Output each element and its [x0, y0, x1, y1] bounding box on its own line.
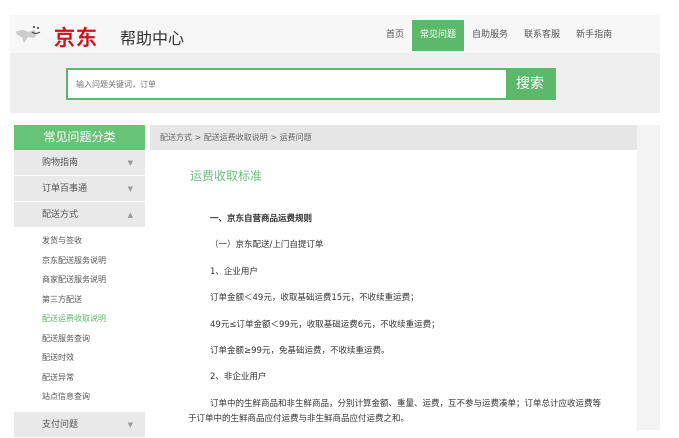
- article-heading: 一、京东自营商品运费规则: [210, 214, 313, 224]
- nav-home[interactable]: 首页: [378, 20, 412, 51]
- cat-label: 购物指南: [42, 158, 79, 168]
- sidebar-sub-item[interactable]: 配送时效: [14, 348, 145, 368]
- search-button[interactable]: 搜索: [506, 70, 554, 98]
- sidebar-cat-shopping[interactable]: 购物指南 ▼: [14, 150, 145, 176]
- sidebar-sub-item[interactable]: 发货与签收: [14, 231, 145, 251]
- brand-name: 京东: [54, 26, 98, 50]
- chevron-down-icon: ▼: [127, 185, 133, 193]
- sidebar-sub-item[interactable]: 配送服务查询: [14, 329, 145, 349]
- cat-label: 配送方式: [42, 210, 79, 220]
- cat-label: 支付问题: [42, 419, 79, 430]
- article-line: 49元≤订单金额＜99元，收取基础运费6元，不收续重运费；: [210, 320, 440, 330]
- article-line: （一）京东配送/上门自提订单: [210, 240, 324, 250]
- nav-self-service[interactable]: 自助服务: [464, 20, 516, 51]
- nav-faq[interactable]: 常见问题: [412, 20, 465, 51]
- cat-label: 订单百事通: [42, 184, 88, 194]
- article-title: 运费收取标准: [190, 169, 263, 183]
- article-line: 1、企业用户: [210, 267, 258, 277]
- jd-dog-icon: [16, 26, 41, 43]
- search-input[interactable]: [68, 70, 508, 98]
- sidebar-sub-item[interactable]: 第三方配送: [14, 290, 145, 310]
- sidebar-sub-item[interactable]: 站点信息查询: [14, 387, 145, 407]
- breadcrumb: 配送方式 > 配送运费收取说明 > 运费问题: [150, 125, 637, 150]
- sidebar-cat-orders[interactable]: 订单百事通 ▼: [14, 176, 145, 202]
- article-line: 订单金额＜49元，收取基础运费15元，不收续重运费；: [210, 293, 419, 303]
- nav-contact[interactable]: 联系客服: [516, 20, 568, 51]
- sidebar-sub-item[interactable]: 商家配送服务说明: [14, 270, 145, 290]
- sidebar-sub-item-active[interactable]: 配送运费收取说明: [14, 309, 145, 329]
- sidebar-cat-delivery[interactable]: 配送方式 ▲: [14, 202, 145, 228]
- jd-logo[interactable]: 京东: [14, 20, 104, 50]
- article-line: 订单金额≥99元，免基础运费，不收续重运费。: [210, 346, 390, 356]
- nav-guide[interactable]: 新手指南: [568, 20, 620, 51]
- sidebar-sub-item[interactable]: 配送异常: [14, 368, 145, 388]
- sidebar: 常见问题分类 购物指南 ▼ 订单百事通 ▼ 配送方式 ▲ 发货与签收 京东配送服务说明…: [14, 125, 145, 438]
- main-nav: 首页 常见问题 自助服务 联系客服 新手指南: [378, 20, 620, 51]
- article-paragraph: 订单中的生鲜商品和非生鲜商品，分别计算金额、重量、运费，互不参与运费凑单；订单总…: [188, 399, 602, 424]
- chevron-down-icon: ▼: [127, 159, 133, 167]
- search-bar: 搜索: [66, 68, 556, 100]
- sidebar-sub-item[interactable]: 京东配送服务说明: [14, 251, 145, 271]
- chevron-up-icon: ▲: [127, 211, 133, 219]
- sidebar-cat-payment[interactable]: 支付问题 ▼: [14, 411, 145, 438]
- chevron-down-icon: ▼: [127, 420, 133, 429]
- right-gutter: [637, 125, 660, 430]
- delivery-subitems: 发货与签收 京东配送服务说明 商家配送服务说明 第三方配送 配送运费收取说明 配…: [14, 228, 145, 412]
- sidebar-title: 常见问题分类: [14, 125, 145, 150]
- site-title: 帮助中心: [120, 29, 185, 48]
- article-line: 2、非企业用户: [210, 372, 267, 382]
